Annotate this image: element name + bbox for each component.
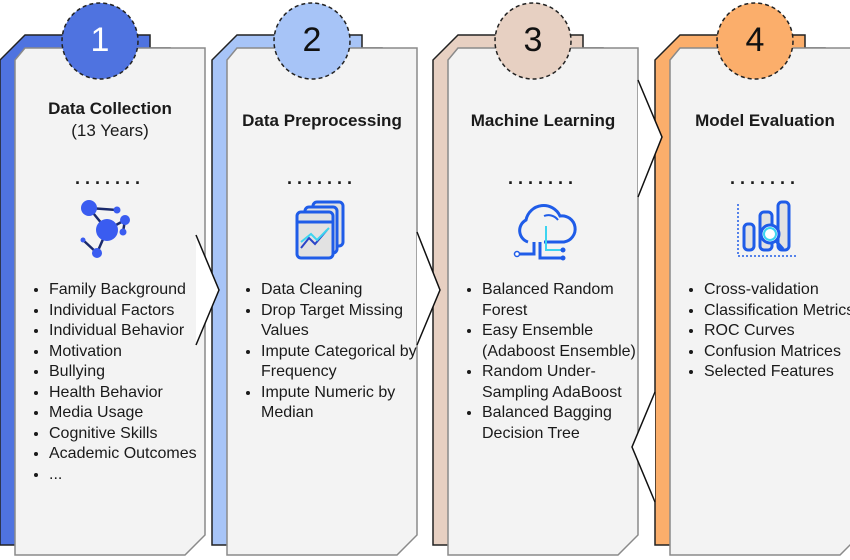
step-title-text: Data Preprocessing: [242, 111, 402, 130]
step-item-list: Family BackgroundIndividual FactorsIndiv…: [29, 280, 209, 485]
list-item: Family Background: [49, 280, 209, 301]
step-subtitle: (13 Years): [71, 121, 149, 140]
step-panel-1: Data Collection(13 Years) ....... Family…: [15, 48, 205, 555]
step-title-text: Data Collection: [48, 99, 172, 118]
list-item: Confusion Matrices: [704, 342, 850, 363]
list-item: Cognitive Skills: [49, 424, 209, 445]
list-item: Bullying: [49, 362, 209, 383]
list-item: Balanced Random Forest: [482, 280, 642, 321]
bar-chart-magnifier-icon: [730, 198, 800, 263]
network-nodes-icon: [75, 198, 145, 263]
data-chart-window-icon: [287, 198, 357, 263]
list-item: Media Usage: [49, 403, 209, 424]
list-item: ROC Curves: [704, 321, 850, 342]
step-title-text: Model Evaluation: [695, 111, 835, 130]
list-item: Impute Numeric by Median: [261, 383, 421, 424]
list-item: Academic Outcomes: [49, 444, 209, 465]
list-item: ...: [49, 465, 209, 486]
list-item: Balanced Bagging Decision Tree: [482, 403, 642, 444]
list-item: Drop Target Missing Values: [261, 301, 421, 342]
list-item: Individual Factors: [49, 301, 209, 322]
dotted-separator: .......: [729, 168, 800, 188]
step-item-list: Data CleaningDrop Target Missing ValuesI…: [241, 280, 421, 424]
dotted-separator: .......: [507, 168, 578, 188]
step-title: Machine Learning: [448, 110, 638, 132]
list-item: Data Cleaning: [261, 280, 421, 301]
dotted-separator: .......: [74, 168, 145, 188]
step-panel-2: Data Preprocessing ....... Data Cleaning…: [227, 48, 417, 555]
list-item: Individual Behavior: [49, 321, 209, 342]
list-item: Classification Metrics: [704, 301, 850, 322]
step-title-text: Machine Learning: [470, 111, 616, 130]
cloud-circuit-icon: [508, 198, 578, 263]
list-item: Selected Features: [704, 362, 850, 383]
list-item: Easy Ensemble (Adaboost Ensemble): [482, 321, 642, 362]
list-item: Random Under-Sampling AdaBoost: [482, 362, 642, 403]
list-item: Impute Categorical by Frequency: [261, 342, 421, 383]
list-item: Health Behavior: [49, 383, 209, 404]
step-title: Data Preprocessing: [227, 110, 417, 132]
step-panel-4: Model Evaluation ....... Cross-validatio…: [670, 48, 850, 555]
list-item: Cross-validation: [704, 280, 850, 301]
step-title: Data Collection (13 Years): [15, 98, 205, 142]
step-item-list: Cross-validationClassification MetricsRO…: [684, 280, 850, 383]
list-item: Motivation: [49, 342, 209, 363]
dotted-separator: .......: [286, 168, 357, 188]
step-item-list: Balanced Random ForestEasy Ensemble (Ada…: [462, 280, 642, 444]
step-title: Model Evaluation: [670, 110, 850, 132]
step-panel-3: Machine Learning ....... Balanced Random…: [448, 48, 638, 555]
